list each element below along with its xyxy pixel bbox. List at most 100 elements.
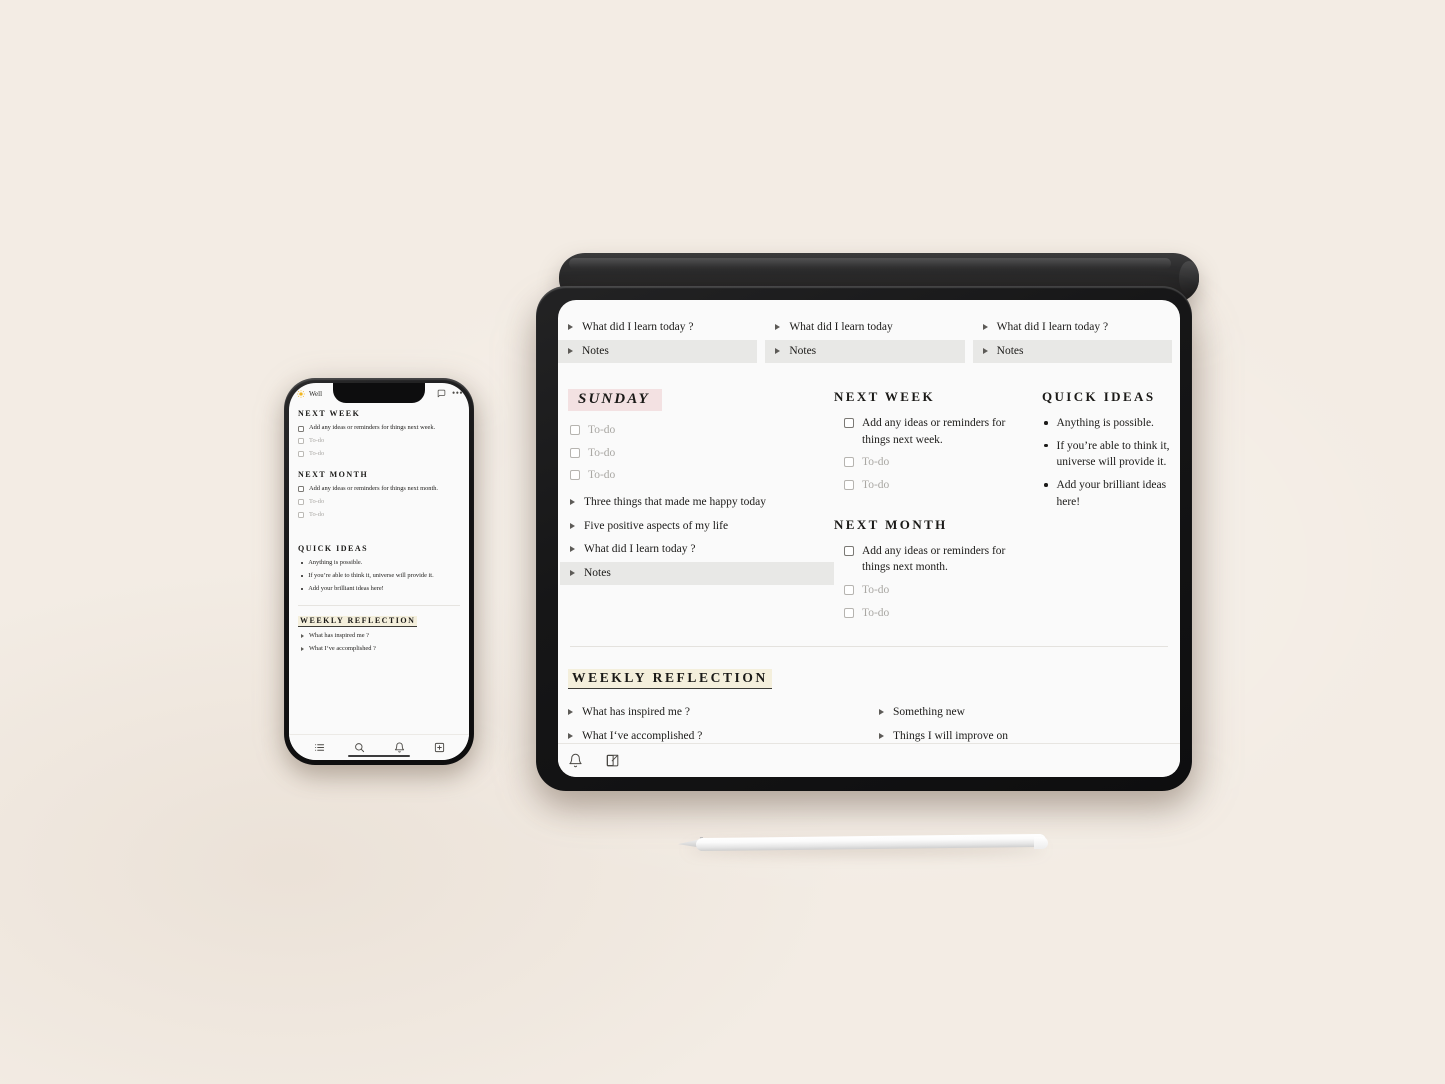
tablet-note-page: What did I learn today ? Notes What did … — [558, 300, 1180, 743]
checkbox-icon[interactable] — [298, 438, 304, 445]
chevron-right-icon — [568, 347, 573, 354]
plus-box-icon[interactable] — [434, 742, 445, 753]
todo-item[interactable]: To-do — [560, 419, 834, 442]
todo-item[interactable]: To-do — [834, 579, 1042, 602]
reflection-label: What I‘ve accomplished ? — [309, 644, 376, 652]
todo-item[interactable]: To-do — [560, 464, 834, 487]
more-options-icon[interactable]: ••• — [452, 389, 463, 398]
phone-next-week-prompt[interactable]: Add any ideas or reminders for things ne… — [298, 422, 460, 435]
quick-idea-item: Add your brilliant ideas here! — [298, 583, 460, 596]
chevron-right-icon — [879, 732, 884, 739]
chevron-right-icon — [570, 569, 575, 576]
search-icon[interactable] — [354, 742, 365, 753]
prompt-label: Add any ideas or reminders for things ne… — [862, 417, 1006, 446]
checkbox-icon[interactable] — [298, 425, 304, 432]
next-week-heading: NEXT WEEK — [834, 389, 935, 405]
reflection-item[interactable]: Things I will improve on — [869, 725, 1180, 743]
phone-screen: Well ••• NEXT WEEK Add any ideas or remi… — [289, 383, 469, 760]
checkbox-icon[interactable] — [298, 486, 304, 493]
todo-item[interactable]: To-do — [834, 451, 1042, 474]
todo-item[interactable]: To-do — [298, 496, 460, 509]
todo-label: To-do — [588, 469, 616, 482]
phone-device: Well ••• NEXT WEEK Add any ideas or remi… — [278, 372, 483, 772]
next-month-heading: NEXT MONTH — [834, 516, 948, 532]
toggle-learn-today-3[interactable]: What did I learn today ? — [973, 316, 1172, 340]
reflection-item[interactable]: What has inspired me ? — [298, 630, 460, 643]
list-icon[interactable] — [314, 742, 325, 753]
quick-idea-label: If you’re able to think it, universe wil… — [308, 571, 434, 579]
bullet-icon — [1044, 483, 1048, 487]
checkbox-icon[interactable] — [298, 499, 304, 506]
toggle-positive-aspects[interactable]: Five positive aspects of my life — [560, 515, 834, 539]
scene: What did I learn today ? Notes What did … — [0, 0, 1445, 1084]
checkbox-icon[interactable] — [298, 451, 304, 458]
checkbox-icon[interactable] — [570, 425, 580, 436]
toggle-happy-things[interactable]: Three things that made me happy today — [560, 491, 834, 515]
todo-item[interactable]: To-do — [298, 509, 460, 522]
reflection-item[interactable]: What I‘ve accomplished ? — [558, 725, 869, 743]
bullet-icon — [301, 587, 304, 591]
todo-item[interactable]: To-do — [298, 448, 460, 461]
toggle-label: Three things that made me happy today — [584, 496, 767, 509]
weekly-reflection-left: What has inspired me ? What I‘ve accompl… — [558, 701, 869, 743]
checkbox-icon[interactable] — [844, 457, 854, 468]
toggle-learn-today-2[interactable]: What did I learn today — [765, 316, 964, 340]
checkbox-icon[interactable] — [844, 585, 854, 596]
toggle-notes-1[interactable]: Notes — [558, 339, 758, 364]
checkbox-icon[interactable] — [844, 545, 854, 556]
toggle-learn-today-1[interactable]: What did I learn today ? — [558, 316, 757, 340]
stylus-cap — [1034, 836, 1048, 849]
next-month-prompt[interactable]: Add any ideas or reminders for things ne… — [834, 540, 1042, 579]
reflection-item[interactable]: Something new — [869, 701, 1180, 725]
top-toggle-column-2: What did I learn today Notes — [765, 316, 972, 364]
toggle-notes-2[interactable]: Notes — [765, 339, 965, 364]
chevron-right-icon — [775, 347, 781, 354]
chevron-right-icon — [568, 709, 573, 716]
todo-label: To-do — [309, 497, 325, 505]
top-toggle-column-1: What did I learn today ? Notes — [558, 316, 765, 364]
todo-label: To-do — [588, 424, 616, 437]
checkbox-icon[interactable] — [570, 470, 580, 481]
chevron-right-icon — [570, 522, 575, 529]
toggle-learn-today-sunday[interactable]: What did I learn today ? — [560, 538, 834, 562]
toggle-notes-3[interactable]: Notes — [972, 339, 1172, 364]
checkbox-icon[interactable] — [844, 480, 854, 491]
quick-ideas-heading: QUICK IDEAS — [1042, 389, 1156, 405]
bell-icon[interactable] — [394, 742, 405, 753]
phone-next-month-prompt[interactable]: Add any ideas or reminders for things ne… — [298, 483, 460, 496]
chevron-right-icon — [568, 324, 573, 330]
toggle-notes-sunday[interactable]: Notes — [560, 561, 834, 586]
stylus-pen — [678, 826, 1050, 862]
todo-label: To-do — [309, 436, 325, 444]
reflection-item[interactable]: What has inspired me ? — [558, 701, 869, 725]
cover-sheen — [569, 258, 1171, 269]
checkbox-icon[interactable] — [570, 447, 580, 458]
checkbox-icon[interactable] — [298, 512, 304, 519]
next-week-prompt[interactable]: Add any ideas or reminders for things ne… — [834, 412, 1042, 451]
checkbox-icon[interactable] — [844, 418, 854, 429]
compose-icon[interactable] — [605, 753, 620, 768]
chevron-right-icon — [568, 732, 573, 739]
bell-icon[interactable] — [568, 753, 583, 768]
todo-item[interactable]: To-do — [560, 442, 834, 465]
todo-item[interactable]: To-do — [834, 602, 1042, 625]
reflection-item[interactable]: What I‘ve accomplished ? — [298, 643, 460, 656]
todo-item[interactable]: To-do — [834, 474, 1042, 497]
prompt-label: Add any ideas or reminders for things ne… — [862, 544, 1006, 574]
phone-top-right-actions: ••• — [437, 385, 463, 403]
phone-bezel: Well ••• NEXT WEEK Add any ideas or remi… — [284, 378, 474, 765]
phone-home-indicator — [348, 754, 410, 757]
prompt-label: Add any ideas or reminders for things ne… — [309, 424, 436, 431]
todo-item[interactable]: To-do — [298, 435, 460, 448]
toggle-label: What did I learn today ? — [582, 321, 694, 333]
column-sunday: SUNDAY To-do To-do To-do Three things th… — [560, 389, 834, 624]
phone-tab[interactable]: Well — [297, 389, 322, 398]
reflection-label: Something new — [893, 706, 965, 719]
comment-icon[interactable] — [437, 385, 446, 403]
bullet-icon — [301, 574, 304, 578]
bullet-icon — [301, 562, 304, 565]
weekly-reflection-right: Something new Things I will improve on F… — [869, 701, 1180, 743]
checkbox-icon[interactable] — [844, 607, 854, 618]
quick-idea-label: Anything is possible. — [1056, 417, 1154, 430]
bullet-icon — [1044, 421, 1048, 425]
